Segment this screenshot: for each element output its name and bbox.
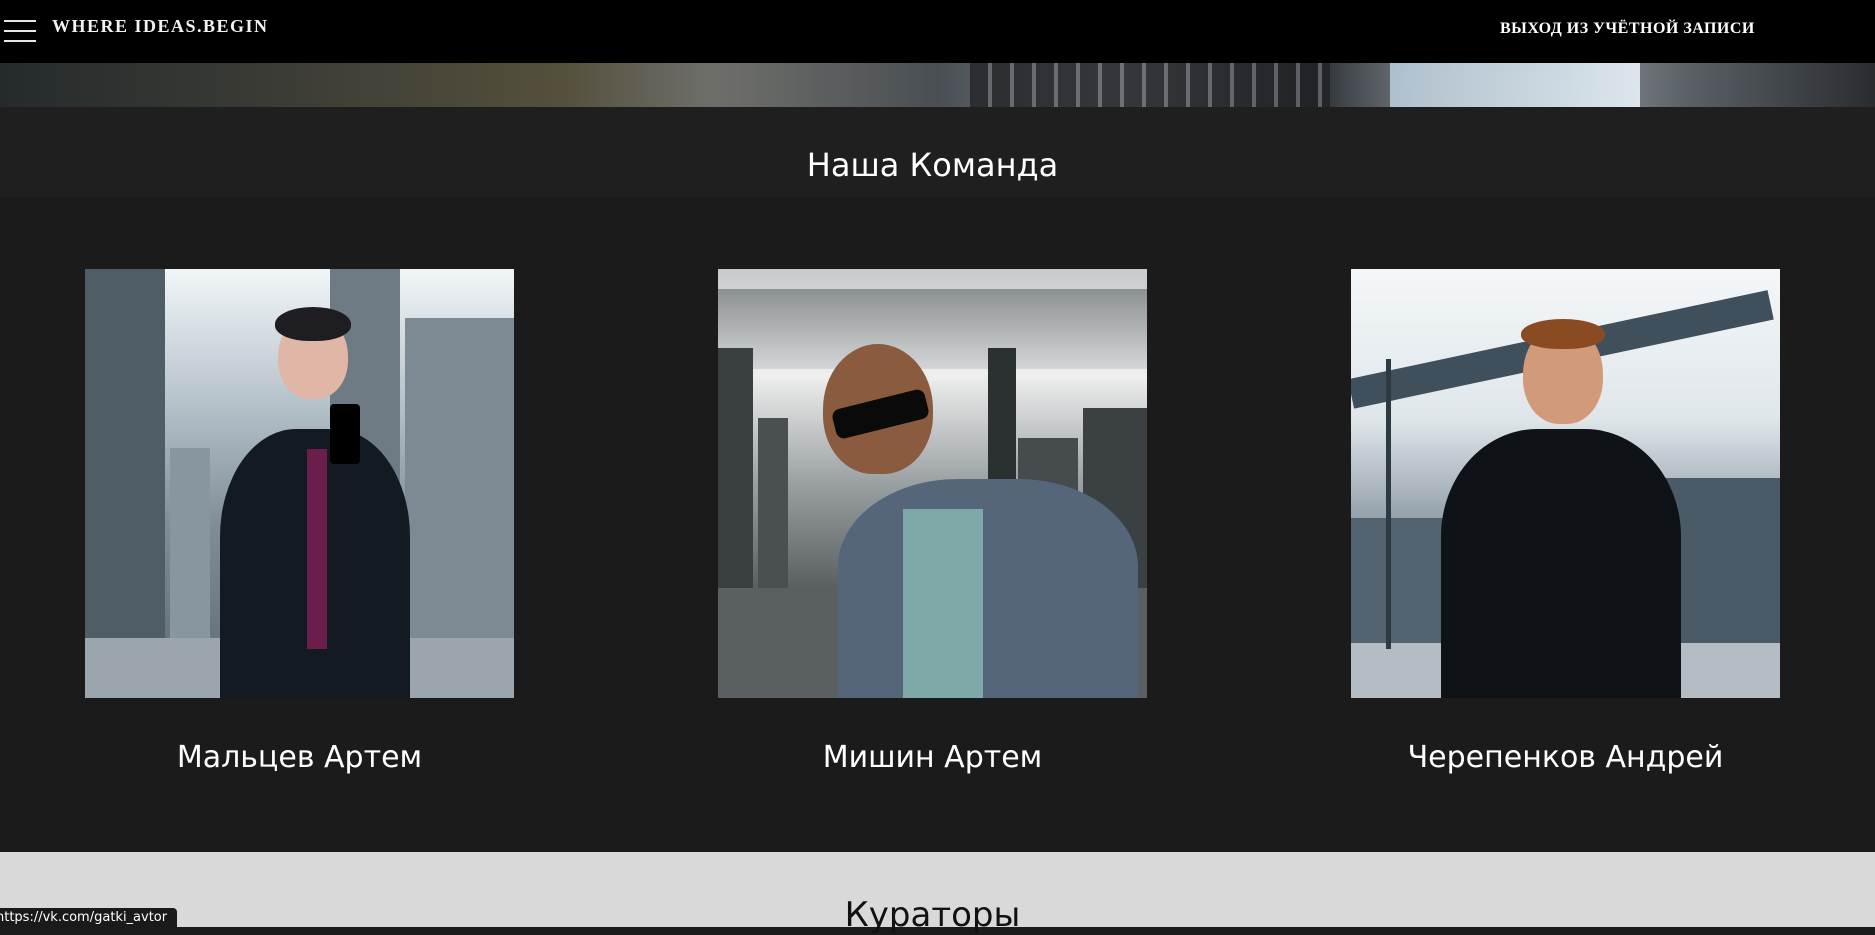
status-bar-url: https://vk.com/gatki_avtor bbox=[0, 908, 178, 927]
member-name-2: Мишин Артем bbox=[822, 740, 1043, 775]
team-section-title: Наша Команда bbox=[806, 146, 1059, 184]
hero-keyboard-detail bbox=[970, 63, 1330, 107]
logout-link[interactable]: ВЫХОД ИЗ УЧЁТНОЙ ЗАПИСИ bbox=[1500, 20, 1755, 38]
brand-logo[interactable]: WHERE IDEAS.BEGIN bbox=[52, 16, 269, 37]
member-photo-2 bbox=[718, 269, 1147, 698]
member-photo-1 bbox=[85, 269, 514, 698]
member-name-1: Мальцев Артем bbox=[176, 740, 423, 775]
hero-screen-detail bbox=[1390, 63, 1640, 107]
member-photo-3 bbox=[1351, 269, 1780, 698]
curators-title: Кураторы bbox=[844, 895, 1021, 935]
member-name-3: Черепенков Андрей bbox=[1407, 740, 1724, 775]
menu-icon[interactable] bbox=[4, 18, 36, 44]
top-navbar: WHERE IDEAS.BEGIN ВЫХОД ИЗ УЧЁТНОЙ ЗАПИС… bbox=[0, 0, 1875, 63]
